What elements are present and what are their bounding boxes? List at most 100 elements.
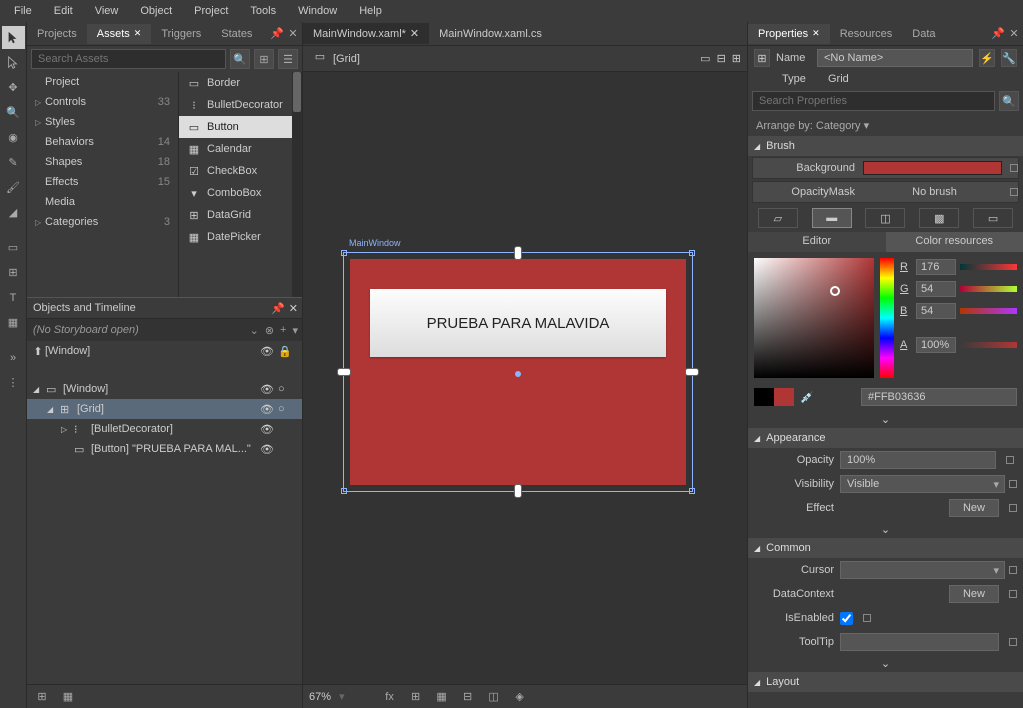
brush-solid-tab[interactable]: ▬ [812, 208, 852, 228]
window-scope-row[interactable]: ⬆ [Window] 👁 🔒 [27, 341, 302, 361]
tree-button[interactable]: ▭[Button] "PRUEBA PARA MAL..."👁 [27, 439, 302, 459]
prop-marker[interactable] [1006, 456, 1014, 464]
common-section-header[interactable]: ◢Common [748, 538, 1023, 558]
add-storyboard-icon[interactable]: + [280, 324, 286, 337]
grid-icon[interactable]: ⊞ [407, 688, 425, 706]
pin-icon[interactable]: 📌 [270, 27, 284, 40]
events-icon[interactable]: ⚡ [979, 49, 995, 67]
resize-handle-tr[interactable] [689, 250, 695, 256]
asset-button[interactable]: ▭Button [179, 116, 302, 138]
chevron-tool[interactable]: » [2, 346, 25, 369]
tab-properties[interactable]: Properties✕ [748, 24, 830, 44]
tab-states[interactable]: States [211, 24, 262, 44]
tab-triggers[interactable]: Triggers [151, 24, 211, 44]
design-canvas[interactable]: MainWindow PRUEBA PARA MALAVIDA [303, 72, 747, 684]
snapline-icon[interactable]: ⊟ [459, 688, 477, 706]
dropdown-icon[interactable]: ▾ [993, 564, 999, 577]
g-input[interactable] [916, 281, 956, 297]
menu-tools[interactable]: Tools [240, 2, 286, 20]
resize-handle-top[interactable] [514, 246, 522, 260]
color-resources-tab[interactable]: Color resources [886, 232, 1023, 252]
asset-tool[interactable]: ▦ [2, 311, 25, 334]
snap-icon[interactable]: ▦ [433, 688, 451, 706]
close-icon[interactable]: ✕ [289, 302, 298, 315]
asset-calendar[interactable]: ▦Calendar [179, 138, 302, 160]
editor-tab[interactable]: Editor [748, 232, 886, 252]
paint-tool[interactable]: 🖌 [2, 176, 25, 199]
search-icon[interactable]: 🔍 [230, 49, 250, 69]
search-properties-input[interactable] [752, 91, 995, 111]
prop-marker[interactable] [1010, 188, 1018, 196]
tree-grid[interactable]: ◢⊞[Grid]👁○ [27, 399, 302, 419]
cursor-select[interactable] [840, 561, 1005, 579]
brush-tool[interactable]: ✎ [2, 151, 25, 174]
pin-icon[interactable]: 📌 [991, 27, 1005, 40]
r-input[interactable] [916, 259, 956, 275]
scrollbar[interactable] [292, 72, 302, 297]
status-icon-2[interactable]: ▦ [59, 688, 77, 706]
grid-view-icon[interactable]: ⊞ [254, 49, 274, 69]
dropdown-icon[interactable]: ▾ [993, 478, 999, 491]
saturation-box[interactable] [754, 258, 874, 378]
brush-expand[interactable]: ⌄ [748, 410, 1023, 428]
cat-behaviors[interactable]: Behaviors14 [27, 132, 178, 152]
hex-input[interactable] [861, 388, 1017, 406]
a-bar[interactable] [960, 342, 1017, 348]
pin-icon[interactable]: 📌 [271, 302, 285, 315]
menu-project[interactable]: Project [184, 2, 238, 20]
gradient-tool[interactable]: ◢ [2, 201, 25, 224]
zoom-level[interactable]: 67% [309, 691, 331, 703]
close-icon[interactable]: ✕ [812, 28, 820, 39]
tree-window[interactable]: ◢▭[Window]👁○ [27, 379, 302, 399]
prop-marker[interactable] [1009, 638, 1017, 646]
element-type-icon[interactable]: ⊞ [754, 49, 770, 67]
tab-projects[interactable]: Projects [27, 24, 87, 44]
search-icon[interactable]: 🔍 [999, 91, 1019, 111]
lock-icon[interactable]: ○ [278, 383, 292, 395]
background-prop[interactable]: Background [752, 157, 1019, 179]
menu-view[interactable]: View [85, 2, 129, 20]
cat-effects[interactable]: Effects15 [27, 172, 178, 192]
visibility-select[interactable] [840, 475, 1005, 493]
cat-categories[interactable]: ▷Categories3 [27, 212, 178, 232]
eye-icon[interactable]: 👁 [260, 403, 274, 416]
list-view-icon[interactable]: ☰ [278, 49, 298, 69]
cat-styles[interactable]: ▷Styles [27, 112, 178, 132]
more-tool[interactable]: ⋮ [2, 371, 25, 394]
asset-combobox[interactable]: ▾ComboBox [179, 182, 302, 204]
brush-resource-tab[interactable]: ▭ [973, 208, 1013, 228]
storyboard-close-icon[interactable]: ⊗ [265, 324, 274, 337]
fx-icon[interactable]: fx [381, 688, 399, 706]
eye-icon[interactable]: 👁 [260, 383, 274, 396]
align-icon[interactable]: ◫ [485, 688, 503, 706]
eye-icon[interactable]: 👁 [260, 423, 274, 436]
brush-section-header[interactable]: ◢Brush [748, 136, 1023, 156]
r-bar[interactable] [960, 264, 1017, 270]
eyedropper-icon[interactable]: 💉 [800, 391, 814, 404]
doc-tab-xaml[interactable]: MainWindow.xaml*✕ [303, 23, 429, 44]
brush-tile-tab[interactable]: ▩ [919, 208, 959, 228]
wrench-icon[interactable]: 🔧 [1001, 49, 1017, 67]
doc-tab-cs[interactable]: MainWindow.xaml.cs [429, 24, 552, 44]
menu-object[interactable]: Object [130, 2, 182, 20]
close-panel-icon[interactable]: ✕ [1007, 27, 1021, 40]
tooltip-input[interactable] [840, 633, 999, 651]
layout-tool[interactable]: ⊞ [2, 261, 25, 284]
view-mode-3-icon[interactable]: ⊞ [732, 52, 741, 65]
brush-gradient-tab[interactable]: ◫ [865, 208, 905, 228]
cat-controls[interactable]: ▷Controls33 [27, 92, 178, 112]
resize-handle-right[interactable] [685, 368, 699, 376]
tab-assets[interactable]: Assets✕ [87, 24, 152, 44]
tab-data[interactable]: Data [902, 24, 945, 44]
menu-help[interactable]: Help [349, 2, 392, 20]
button-element[interactable]: PRUEBA PARA MALAVIDA [370, 289, 666, 357]
background-swatch[interactable] [863, 161, 1002, 175]
a-input[interactable] [916, 337, 956, 353]
b-input[interactable] [916, 303, 956, 319]
isenabled-checkbox[interactable] [840, 612, 853, 625]
tab-resources[interactable]: Resources [830, 24, 903, 44]
storyboard-dropdown-icon[interactable]: ⌄ [250, 324, 259, 337]
annotate-icon[interactable]: ◈ [511, 688, 529, 706]
selection-box[interactable]: PRUEBA PARA MALAVIDA [343, 252, 693, 492]
color-cursor[interactable] [830, 286, 840, 296]
